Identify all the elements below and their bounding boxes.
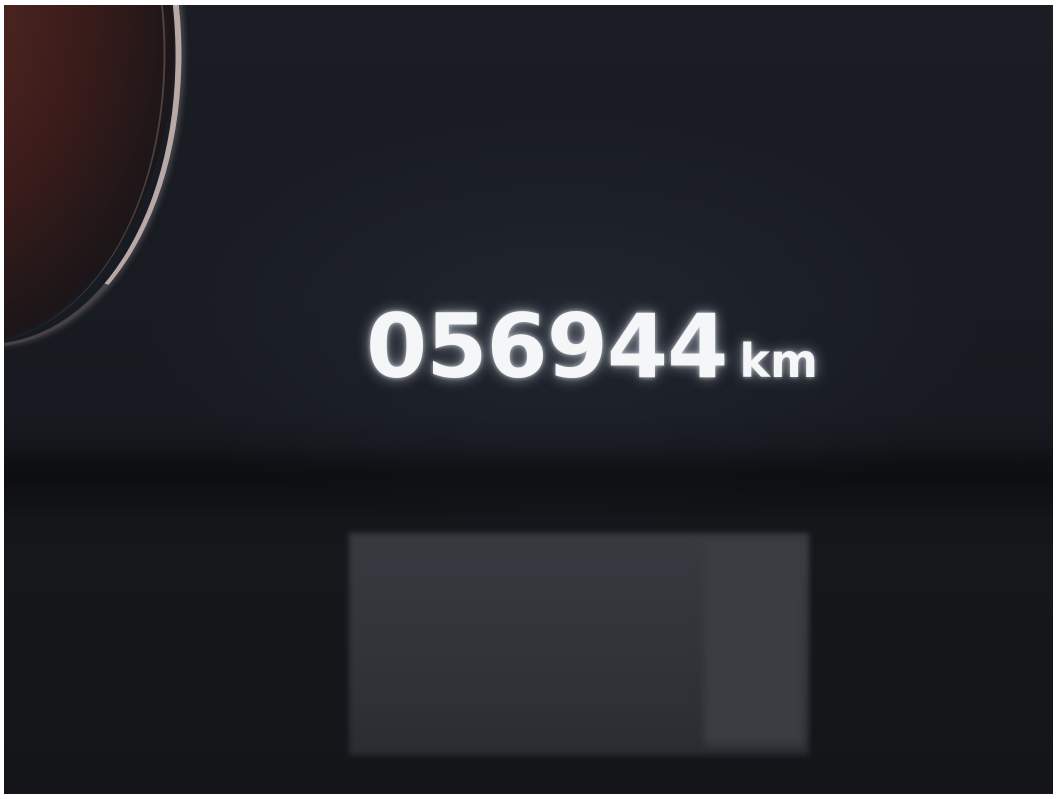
odometer-unit: km: [739, 334, 818, 388]
odometer-value: 056944: [366, 295, 728, 398]
display-bezel-shadow: [4, 445, 1053, 515]
odometer-readout: 056944 km: [366, 297, 818, 397]
lower-info-screen-highlight: [704, 540, 804, 745]
instrument-cluster-photo: 056944 km: [4, 5, 1053, 794]
